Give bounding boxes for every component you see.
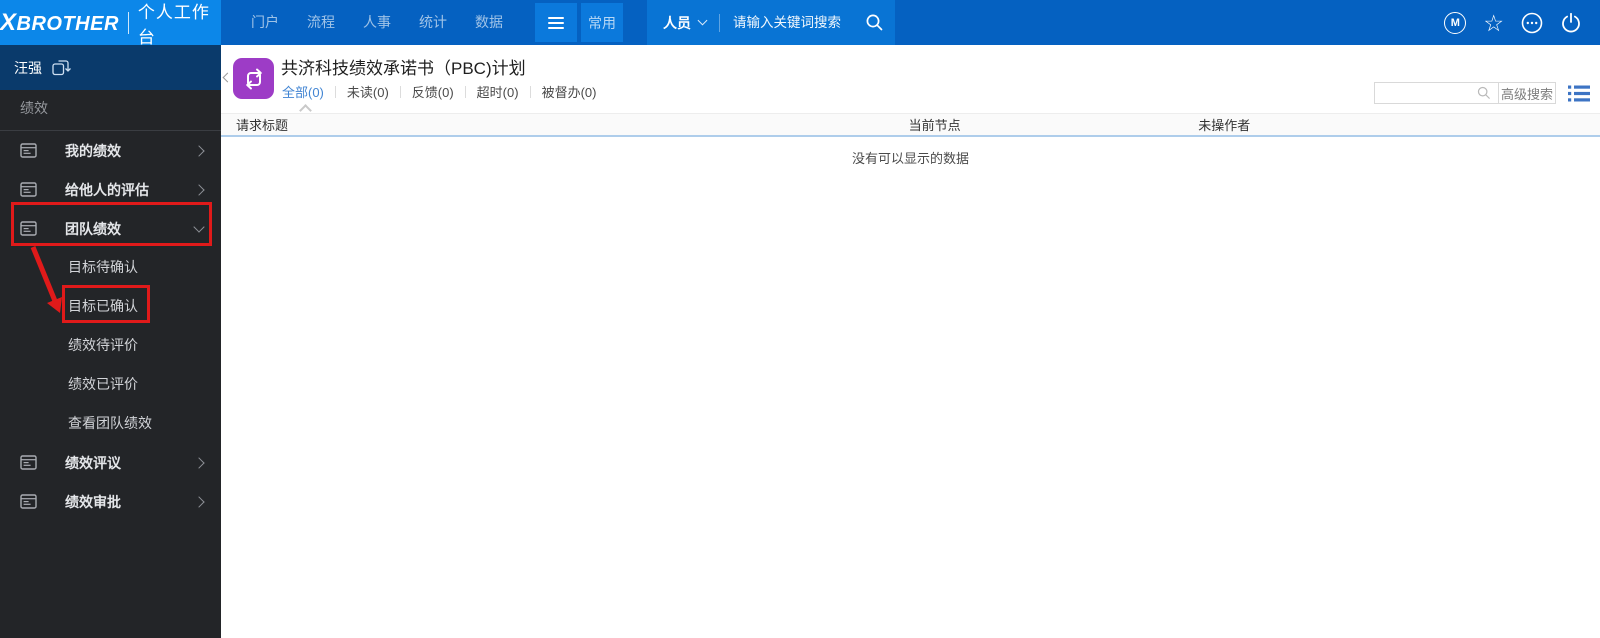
- document-icon: [20, 494, 37, 509]
- hamburger-icon: [548, 16, 564, 29]
- document-icon: [20, 455, 37, 470]
- brand-logo-text: XBROTHER: [0, 8, 119, 36]
- chevron-down-icon: [193, 220, 205, 233]
- top-navigation: 门户 流程 人事 统计 数据: [237, 0, 517, 45]
- list-view-icon: [1568, 85, 1590, 101]
- sidebar-item-my-performance[interactable]: 我的绩效: [0, 131, 221, 170]
- global-search: 人员: [647, 0, 895, 45]
- nav-item-workflow[interactable]: 流程: [293, 0, 349, 45]
- favorites-star-icon[interactable]: ☆: [1483, 11, 1504, 34]
- chevron-down-icon: [697, 15, 708, 26]
- sidebar-subitem-view-team-performance[interactable]: 查看团队绩效: [0, 404, 221, 443]
- nav-item-portal[interactable]: 门户: [237, 0, 293, 45]
- frequent-button[interactable]: 常用: [581, 3, 623, 42]
- global-search-input[interactable]: [733, 15, 853, 30]
- chevron-right-icon: [193, 183, 205, 196]
- power-icon: [1562, 12, 1580, 32]
- list-view-button[interactable]: [1568, 85, 1590, 102]
- sidebar-item-performance-approval[interactable]: 绩效审批: [0, 482, 221, 521]
- column-request-title[interactable]: 请求标题: [221, 115, 773, 134]
- tab-overtime[interactable]: 超时(0): [477, 82, 519, 101]
- search-icon: [1477, 86, 1490, 99]
- nav-item-statistics[interactable]: 统计: [405, 0, 461, 45]
- more-options-button[interactable]: [1521, 12, 1543, 34]
- sidebar-subitem-targets-confirmed[interactable]: 目标已确认: [0, 287, 221, 326]
- table-header-row: 请求标题 当前节点 未操作者: [221, 113, 1600, 137]
- sidebar-subitem-targets-pending[interactable]: 目标待确认: [0, 248, 221, 287]
- sidebar-subitem-performance-to-evaluate[interactable]: 绩效待评价: [0, 326, 221, 365]
- menu-grid-button[interactable]: [535, 3, 577, 42]
- sidebar: 汪强 绩效 我的绩效 给他人的评估 团队绩效 目标待确认 目标已确认 绩效待评价…: [0, 45, 221, 638]
- sidebar-item-performance-review[interactable]: 绩效评议: [0, 443, 221, 482]
- tab-separator: [529, 85, 531, 98]
- sidebar-subitem-performance-evaluated[interactable]: 绩效已评价: [0, 365, 221, 404]
- tab-unread[interactable]: 未读(0): [347, 82, 389, 101]
- workflow-icon: [233, 58, 274, 99]
- advanced-search-button[interactable]: 高级搜索: [1498, 82, 1556, 104]
- app-window: XBROTHER 个人工作台 门户 流程 人事 统计 数据 常用 人员 请输入关…: [0, 0, 1600, 638]
- document-icon: [20, 221, 37, 236]
- search-divider: [719, 13, 720, 32]
- sidebar-section-label: 绩效: [0, 90, 221, 131]
- empty-state-message: 没有可以显示的数据: [851, 151, 969, 166]
- tab-all[interactable]: 全部(0): [282, 82, 324, 101]
- topbar-right-icons: M ☆: [1444, 0, 1600, 45]
- sidebar-item-evaluations-for-others[interactable]: 给他人的评估: [0, 170, 221, 209]
- tab-separator: [399, 85, 401, 98]
- sidebar-item-team-performance[interactable]: 团队绩效: [0, 209, 221, 248]
- tab-feedback[interactable]: 反馈(0): [412, 82, 454, 101]
- tab-supervised[interactable]: 被督办(0): [542, 82, 597, 101]
- sidebar-user[interactable]: 汪强: [0, 45, 221, 90]
- column-pending-operator[interactable]: 未操作者: [1097, 115, 1352, 134]
- app-logo[interactable]: XBROTHER 个人工作台: [0, 0, 221, 47]
- search-icon: [866, 14, 882, 31]
- tab-separator: [334, 85, 336, 98]
- document-icon: [20, 182, 37, 197]
- list-header: 共济科技绩效承诺书（PBC)计划 全部(0) 未读(0) 反馈(0) 超时(0)…: [221, 45, 1600, 117]
- column-current-node[interactable]: 当前节点: [773, 115, 1097, 134]
- main-content: 共济科技绩效承诺书（PBC)计划 全部(0) 未读(0) 反馈(0) 超时(0)…: [221, 45, 1600, 638]
- frequent-label: 常用: [588, 14, 616, 31]
- chevron-right-icon: [193, 495, 205, 508]
- filter-tabs: 全部(0) 未读(0) 反馈(0) 超时(0) 被督办(0): [282, 82, 596, 101]
- global-search-button[interactable]: [853, 0, 895, 45]
- tab-separator: [464, 85, 466, 98]
- chevron-right-icon: [193, 456, 205, 469]
- switch-account-icon[interactable]: [52, 59, 71, 76]
- search-category-dropdown[interactable]: 人员: [663, 13, 691, 33]
- nav-item-data[interactable]: 数据: [461, 0, 517, 45]
- chevron-right-icon: [193, 144, 205, 157]
- logout-button[interactable]: [1560, 12, 1582, 34]
- document-icon: [20, 143, 37, 158]
- ellipsis-circle-icon: [1521, 12, 1543, 33]
- user-name: 汪强: [14, 59, 42, 76]
- page-title: 共济科技绩效承诺书（PBC)计划: [281, 59, 526, 78]
- topbar: XBROTHER 个人工作台 门户 流程 人事 统计 数据 常用 人员 请输入关…: [0, 0, 1600, 47]
- list-toolbar: 高级搜索: [1374, 82, 1590, 104]
- logo-divider: [127, 11, 129, 34]
- m-badge-icon[interactable]: M: [1444, 11, 1467, 34]
- nav-item-hr[interactable]: 人事: [349, 0, 405, 45]
- product-name: 个人工作台: [137, 2, 210, 47]
